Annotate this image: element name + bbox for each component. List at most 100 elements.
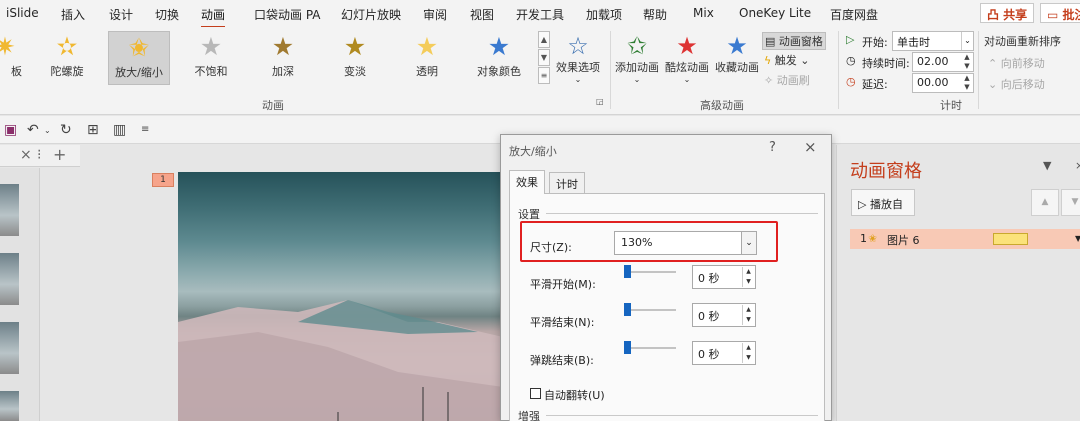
effect-spin[interactable]: ✫ 陀螺旋 [36,31,98,85]
tab-effect[interactable]: 效果 [509,170,545,194]
slide-thumbnails[interactable] [0,168,40,421]
effect-label: 透明 [416,65,438,78]
collect-animation-button[interactable]: ★ 收藏动画 [714,31,760,75]
menu-review[interactable]: 审阅 [423,6,447,23]
menu-mix[interactable]: Mix [693,6,714,20]
gallery-more-icon[interactable]: ≡ [538,67,550,84]
more-icon[interactable]: ⁝ [37,147,41,163]
clock-icon: ◷ [846,54,856,67]
add-tab-icon[interactable]: + [53,145,66,164]
animation-list-item[interactable]: 1 ✬ 图片 6 ▼ [850,229,1080,249]
duration-input[interactable]: 02.00 ▲ ▼ [912,52,974,72]
slide-canvas-image[interactable] [178,172,503,421]
smooth-start-slider-thumb[interactable] [624,265,631,278]
smooth-start-input[interactable]: 0 秒 ▲ ▼ [692,265,756,289]
menu-animations[interactable]: 动画 [201,6,226,28]
advanced-animation-group-label: 高级动画 [700,99,744,112]
menu-developer[interactable]: 开发工具 [516,6,564,23]
close-icon[interactable]: × [804,138,817,156]
menu-transitions[interactable]: 切换 [155,6,179,23]
chart-icon[interactable]: ▥ [113,122,126,138]
play-from-button[interactable]: ▷ 播放自 [851,189,915,216]
slide-thumbnail[interactable] [0,184,19,236]
star-transparency-icon: ★ [415,32,439,61]
cool-animation-button[interactable]: ★ 酷炫动画 ⌄ [664,31,710,84]
menu-insert[interactable]: 插入 [61,6,85,23]
smooth-end-slider-track[interactable] [626,309,676,311]
spin-icon[interactable]: ▲ ▼ [742,343,754,363]
add-animation-label: 添加动画 [615,61,659,74]
move-later-button[interactable]: ⌄ 向后移动 [988,76,1045,92]
move-down-button[interactable]: ▼ [1061,189,1080,216]
menu-pocket-animation[interactable]: 口袋动画 PA [254,6,321,23]
timeline-bar[interactable] [993,233,1028,245]
smooth-end-slider-thumb[interactable] [624,303,631,316]
help-icon[interactable]: ? [769,140,776,155]
tab-timing[interactable]: 计时 [549,172,585,194]
menu-baidu[interactable]: 百度网盘 [830,6,878,23]
animation-pane-toggle[interactable]: ▤ 动画窗格 [762,32,826,50]
effect-transparency[interactable]: ★ 透明 [396,31,458,85]
start-select[interactable]: 单击时 ⌄ [892,31,974,51]
undo-icon[interactable]: ↶ [27,122,39,138]
ribbon: ✷ 板 ✫ 陀螺旋 ✬ 放大/缩小 ★ 不饱和 ★ 加深 ★ 变淡 ★ 透明 ★… [0,27,1080,115]
customize-icon[interactable]: ≡ [141,124,149,135]
menu-view[interactable]: 视图 [470,6,494,23]
menu-slideshow[interactable]: 幻灯片放映 [341,6,401,23]
redo-icon[interactable]: ↻ [60,122,72,138]
chevron-down-icon[interactable]: ⌄ [961,32,973,50]
menu-bar: iSlide 插入 设计 切换 动画 口袋动画 PA 幻灯片放映 审阅 视图 开… [0,0,1080,28]
trigger-button[interactable]: ϟ 触发 ⌄ [764,52,809,68]
move-earlier-label: 向前移动 [1000,57,1045,70]
effect-darken[interactable]: ★ 加深 [252,31,314,85]
animation-painter-button[interactable]: ✧ 动画刷 [764,72,810,88]
slide-thumbnail[interactable] [0,322,19,374]
close-icon[interactable]: × [20,147,32,163]
smooth-end-input[interactable]: 0 秒 ▲ ▼ [692,303,756,327]
presenter-icon[interactable]: ⊞ [87,122,99,138]
effect-options-button[interactable]: ☆ 效果选项 ⌄ [554,31,602,84]
dialog-launcher-icon[interactable]: ◲ [596,97,604,106]
bounce-end-slider-thumb[interactable] [624,341,631,354]
chevron-down-icon[interactable]: ▼ [1043,159,1051,172]
effect-label: 加深 [272,65,294,78]
add-animation-button[interactable]: ✩ 添加动画 ⌄ [614,31,660,84]
gallery-down-icon[interactable]: ▼ [538,49,550,66]
menu-onekey[interactable]: OneKey Lite [739,6,811,20]
effect-desaturate[interactable]: ★ 不饱和 [180,31,242,85]
effect-label: 不饱和 [194,65,228,78]
menu-islide[interactable]: iSlide [6,6,39,20]
move-up-button[interactable]: ▲ [1031,189,1059,216]
effect-grow-shrink[interactable]: ✬ 放大/缩小 [108,31,170,85]
delay-input[interactable]: 00.00 ▲ ▼ [912,73,974,93]
bounce-end-input[interactable]: 0 秒 ▲ ▼ [692,341,756,365]
effect-object-color[interactable]: ★ 对象颜色 [468,31,530,85]
bounce-end-label: 弹跳结束(B): [530,354,594,367]
comment-button[interactable]: ▭ 批注 [1040,3,1080,23]
share-button[interactable]: 凸 共享 [980,3,1035,23]
save-icon[interactable]: ▣ [4,122,17,138]
chevron-down-icon[interactable]: ▼ [1075,234,1080,243]
auto-reverse-checkbox[interactable] [530,388,541,399]
gallery-up-icon[interactable]: ▲ [538,31,550,48]
smooth-start-slider-track[interactable] [626,271,676,273]
spin-icon[interactable]: ▲ ▼ [961,53,973,71]
spin-icon[interactable]: ▲ ▼ [961,74,973,92]
chevron-down-icon[interactable]: ⌄ [44,126,51,135]
chevron-down-icon: ⌄ [633,75,641,84]
collect-animation-icon: ★ [726,32,748,60]
menu-addins[interactable]: 加载项 [586,6,622,23]
menu-design[interactable]: 设计 [109,6,133,23]
close-icon[interactable]: × [1075,159,1080,172]
gallery-scroll[interactable]: ▲ ▼ ≡ [538,31,550,85]
spin-icon[interactable]: ▲ ▼ [742,305,754,325]
bounce-end-slider-track[interactable] [626,347,676,349]
spin-icon[interactable]: ▲ ▼ [742,267,754,287]
lightning-icon: ϟ [764,54,772,67]
effect-lighten[interactable]: ★ 变淡 [324,31,386,85]
menu-help[interactable]: 帮助 [643,6,667,23]
effect-pulse[interactable]: ✷ 板 [0,31,36,85]
slide-thumbnail[interactable] [0,391,19,421]
slide-thumbnail[interactable] [0,253,19,305]
move-earlier-button[interactable]: ⌃ 向前移动 [988,55,1045,71]
